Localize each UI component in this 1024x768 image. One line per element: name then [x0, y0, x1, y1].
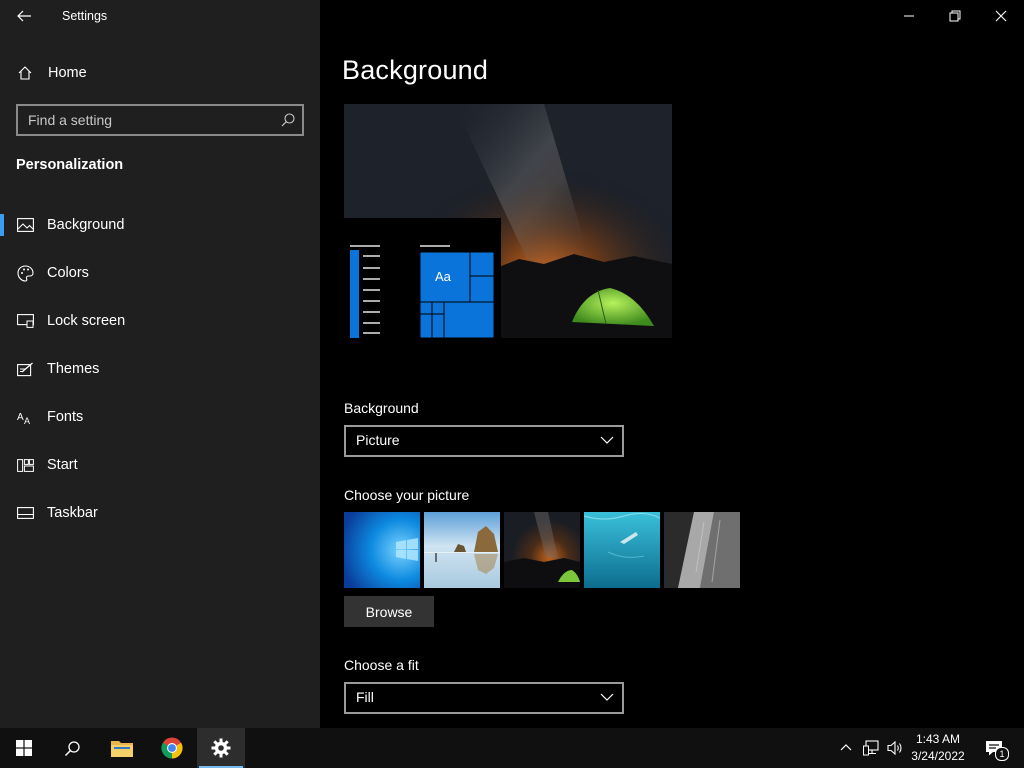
- picture-icon: [16, 216, 34, 234]
- sidebar-item-label: Taskbar: [47, 505, 98, 521]
- sidebar-item-colors[interactable]: Colors: [0, 253, 320, 293]
- svg-text:A: A: [24, 416, 30, 425]
- volume-button[interactable]: [885, 738, 905, 758]
- thumbnail-rock-cliff[interactable]: [664, 512, 740, 588]
- clock-time: 1:43 AM: [915, 732, 961, 746]
- search-box[interactable]: [16, 104, 304, 136]
- start-layout-icon: [16, 456, 34, 474]
- chevron-up-icon: [840, 744, 852, 751]
- settings-taskbar-button[interactable]: [197, 728, 245, 768]
- sidebar-item-themes[interactable]: Themes: [0, 349, 320, 389]
- restore-button[interactable]: [932, 0, 978, 32]
- taskbar-search-button[interactable]: [48, 728, 96, 768]
- sidebar-item-label: Start: [47, 457, 78, 473]
- chrome-icon: [161, 737, 183, 759]
- background-dropdown[interactable]: Picture: [344, 425, 624, 457]
- clock-date: 3/24/2022: [911, 749, 965, 763]
- clock[interactable]: 1:43 AM 3/24/2022: [906, 731, 970, 765]
- fit-dropdown[interactable]: Fill: [344, 682, 624, 714]
- search-input[interactable]: [28, 110, 268, 130]
- taskbar: 1:43 AM 3/24/2022 1: [0, 728, 1024, 768]
- app-title: Settings: [62, 9, 108, 23]
- picture-thumbnails: [344, 512, 744, 588]
- search-icon[interactable]: [280, 112, 296, 128]
- minimize-icon: [904, 15, 914, 17]
- thumbnail-windows-blue[interactable]: [344, 512, 420, 588]
- close-icon: [995, 10, 1007, 22]
- network-button[interactable]: [861, 738, 881, 758]
- lock-screen-icon: [16, 312, 34, 330]
- action-center-button[interactable]: 1: [982, 738, 1009, 761]
- sidebar-item-background[interactable]: Background: [0, 205, 320, 245]
- thumbnail-underwater-swimmer[interactable]: [584, 512, 660, 588]
- back-button[interactable]: [8, 0, 40, 32]
- sidebar-item-start[interactable]: Start: [0, 445, 320, 485]
- close-button[interactable]: [978, 0, 1024, 32]
- main-pane: Background Aa Background Picture Choose …: [320, 0, 1024, 728]
- svg-text:A: A: [17, 412, 24, 423]
- windows-logo-icon: [16, 740, 32, 756]
- sidebar-item-taskbar[interactable]: Taskbar: [0, 493, 320, 533]
- network-icon: [863, 740, 879, 756]
- volume-icon: [886, 740, 902, 756]
- chevron-down-icon: [600, 693, 614, 701]
- sidebar-item-label: Background: [47, 217, 125, 233]
- file-explorer-button[interactable]: [98, 728, 146, 768]
- file-explorer-icon: [111, 741, 133, 757]
- sidebar-item-home[interactable]: Home: [0, 53, 320, 93]
- home-icon: [16, 64, 34, 82]
- background-label: Background: [344, 400, 419, 416]
- notification-count-badge: 1: [995, 747, 1009, 761]
- chevron-down-icon: [600, 436, 614, 444]
- preview-wallpaper: [344, 104, 672, 338]
- background-preview: Aa: [344, 104, 672, 338]
- back-arrow-icon: [17, 10, 31, 22]
- themes-icon: [16, 360, 34, 378]
- fit-dropdown-value: Fill: [356, 689, 374, 705]
- browse-button[interactable]: Browse: [344, 596, 434, 627]
- choose-picture-label: Choose your picture: [344, 487, 470, 503]
- page-title: Background: [342, 55, 489, 85]
- taskbar-icon: [16, 504, 34, 522]
- fonts-icon: AA: [16, 408, 34, 426]
- show-hidden-icons-button[interactable]: [836, 738, 856, 758]
- sidebar-item-label: Themes: [47, 361, 100, 377]
- thumbnail-night-sky-tent[interactable]: [504, 512, 580, 588]
- palette-icon: [16, 264, 34, 282]
- search-icon: [64, 740, 80, 756]
- sidebar: Settings Home Personalization Background…: [0, 0, 320, 728]
- chrome-button[interactable]: [148, 728, 196, 768]
- settings-icon: [211, 738, 231, 758]
- sidebar-item-lock-screen[interactable]: Lock screen: [0, 301, 320, 341]
- background-dropdown-value: Picture: [356, 432, 400, 448]
- sidebar-item-label: Lock screen: [47, 313, 126, 329]
- start-button[interactable]: [0, 728, 48, 768]
- fit-label: Choose a fit: [344, 657, 419, 673]
- sidebar-item-label: Colors: [47, 265, 89, 281]
- sidebar-item-label: Home: [48, 65, 87, 81]
- minimize-button[interactable]: [886, 0, 932, 32]
- restore-icon: [949, 10, 961, 22]
- sidebar-item-fonts[interactable]: AA Fonts: [0, 397, 320, 437]
- section-heading: Personalization: [16, 157, 124, 173]
- sidebar-item-label: Fonts: [47, 409, 84, 425]
- preview-tile-label: Aa: [435, 269, 451, 284]
- thumbnail-beach-rocks[interactable]: [424, 512, 500, 588]
